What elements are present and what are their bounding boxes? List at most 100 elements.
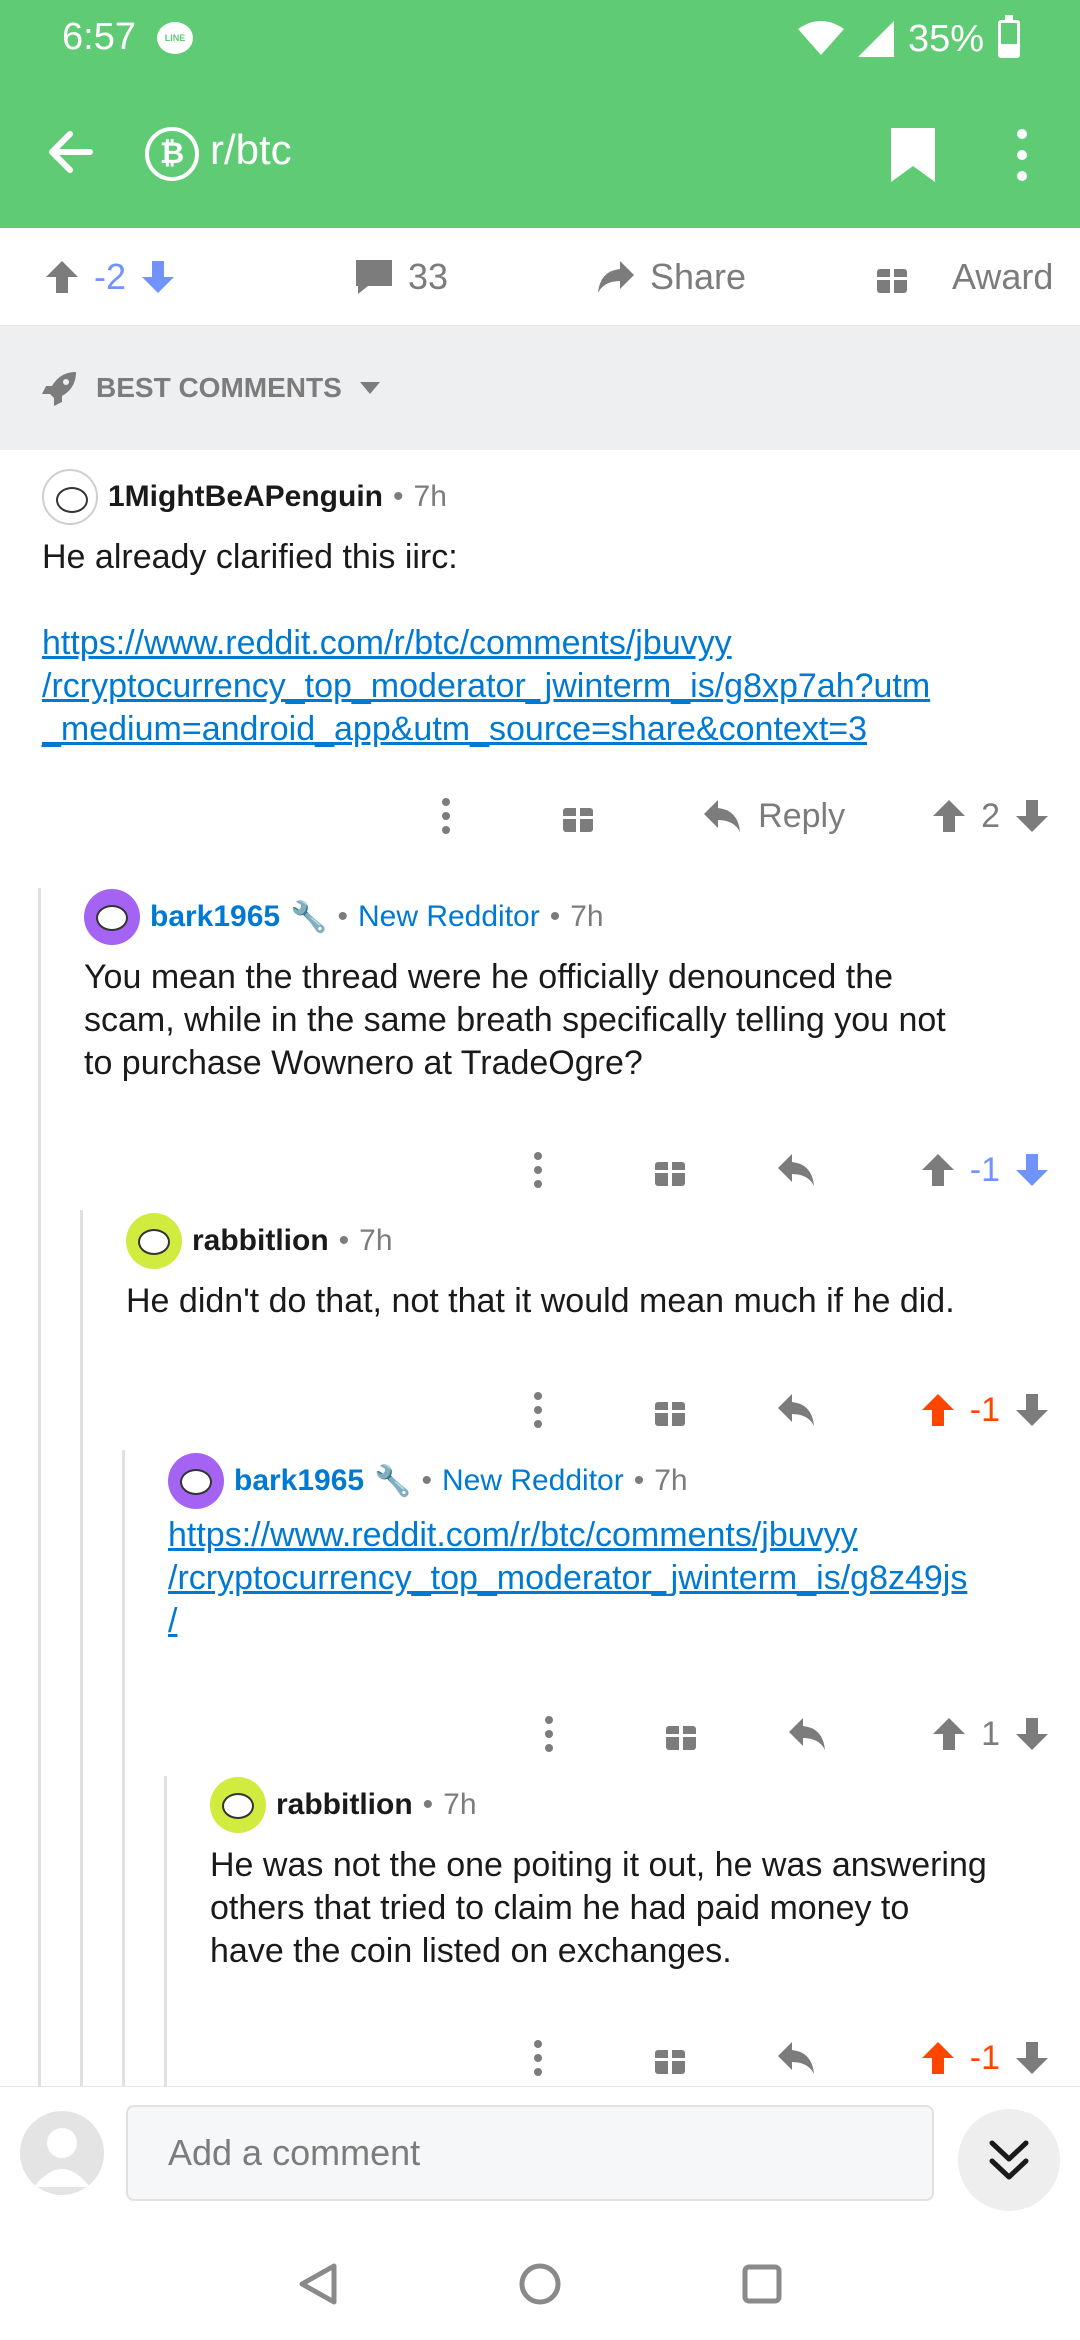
- status-bar: 6:57 LINE 35%: [0, 0, 1080, 80]
- downvote-arrow-icon[interactable]: [1014, 1152, 1050, 1188]
- comment-actions: -1: [532, 1380, 1050, 1440]
- link-line[interactable]: /: [168, 1600, 967, 1643]
- downvote-arrow-icon[interactable]: [1014, 1716, 1050, 1752]
- downvote-arrow-icon[interactable]: [1014, 2040, 1050, 2076]
- comment-composer-bar: Add a comment: [0, 2086, 1080, 2216]
- comment-text: He already clarified this iirc:: [42, 538, 458, 576]
- gift-icon[interactable]: [652, 1152, 688, 1188]
- comment-score: -1: [969, 1150, 1000, 1189]
- back-arrow-icon[interactable]: [40, 120, 104, 184]
- gift-icon[interactable]: [652, 1392, 688, 1428]
- reply-button[interactable]: Reply: [702, 797, 845, 836]
- rocket-icon: [42, 372, 76, 406]
- upvote-arrow-icon[interactable]: [44, 259, 80, 295]
- comment-header: rabbitlion • 7h: [210, 1776, 477, 1834]
- gift-icon: [877, 263, 907, 293]
- link-line[interactable]: https://www.reddit.com/r/btc/comments/jb…: [168, 1514, 967, 1557]
- comment-header: bark1965 🔧 • New Redditor • 7h: [168, 1452, 688, 1510]
- link-line[interactable]: _medium=android_app&utm_source=share&con…: [42, 708, 930, 751]
- system-navigation-bar: [0, 2216, 1080, 2340]
- upvote-arrow-icon[interactable]: [920, 1152, 956, 1188]
- comment-body: https://www.reddit.com/r/btc/comments/jb…: [168, 1514, 967, 1643]
- subreddit-name[interactable]: r/btc: [210, 126, 292, 174]
- comment-link[interactable]: https://www.reddit.com/r/btc/comments/jb…: [168, 1514, 967, 1643]
- comment-actions: -1: [532, 1140, 1050, 1200]
- share-button[interactable]: Share: [596, 228, 746, 326]
- comment-time: 7h: [570, 900, 604, 933]
- link-line[interactable]: /rcryptocurrency_top_moderator_jwinterm_…: [42, 665, 930, 708]
- thread-line: [80, 1210, 83, 2086]
- comment-text-line: scam, while in the same breath specifica…: [84, 1001, 946, 1039]
- downvote-arrow-icon[interactable]: [140, 259, 176, 295]
- nav-recents-icon[interactable]: [742, 2264, 782, 2304]
- upvote-arrow-icon[interactable]: [920, 2040, 956, 2076]
- avatar[interactable]: [42, 469, 98, 525]
- comment-text-line: to purchase Wownero at TradeOgre?: [84, 1044, 643, 1082]
- downvote-arrow-icon[interactable]: [1014, 798, 1050, 834]
- reply-arrow-icon[interactable]: [776, 1152, 816, 1188]
- comment: bark1965 🔧 • New Redditor • 7h You mean …: [84, 888, 1080, 1189]
- avatar[interactable]: [126, 1213, 182, 1269]
- downvote-arrow-icon[interactable]: [1014, 1392, 1050, 1428]
- user-avatar[interactable]: [20, 2111, 104, 2195]
- collapse-comments-button[interactable]: [958, 2109, 1060, 2211]
- comment-time: 7h: [359, 1224, 393, 1257]
- nav-home-icon[interactable]: [518, 2262, 562, 2306]
- comment-link[interactable]: https://www.reddit.com/r/btc/comments/jb…: [42, 622, 930, 751]
- avatar[interactable]: [168, 1453, 224, 1509]
- more-options-icon[interactable]: [532, 1390, 544, 1430]
- reply-arrow-icon[interactable]: [776, 2040, 816, 2076]
- more-options-icon[interactable]: [532, 2038, 544, 2078]
- upvote-arrow-icon[interactable]: [920, 1392, 956, 1428]
- gift-icon[interactable]: [560, 798, 596, 834]
- thread-line: [38, 888, 41, 2086]
- user-flair: New Redditor: [441, 1464, 624, 1497]
- thread-line: [122, 1450, 125, 2086]
- subreddit-bitcoin-icon[interactable]: ₿: [145, 127, 199, 181]
- thread-line: [164, 1776, 167, 2086]
- comment-time: 7h: [654, 1464, 688, 1497]
- gift-icon[interactable]: [652, 2040, 688, 2076]
- comment-author[interactable]: bark1965: [234, 1464, 364, 1498]
- add-comment-input[interactable]: Add a comment: [126, 2105, 934, 2201]
- gift-icon[interactable]: [663, 1716, 699, 1752]
- comment-author[interactable]: rabbitlion: [192, 1224, 329, 1258]
- comment: rabbitlion • 7h He didn't do that, not t…: [126, 1212, 1080, 1432]
- comment-actions: 1: [543, 1704, 1050, 1764]
- more-options-icon[interactable]: [543, 1714, 555, 1754]
- post-score: -2: [94, 256, 127, 297]
- user-placeholder-icon: [34, 2128, 90, 2187]
- nav-back-icon[interactable]: [298, 2262, 338, 2306]
- chevron-down-icon: [359, 382, 380, 394]
- status-time: 6:57: [62, 16, 136, 58]
- comments-count-button[interactable]: 33: [354, 228, 448, 326]
- reply-arrow-icon: [704, 800, 741, 832]
- sort-comments-button[interactable]: BEST COMMENTS: [0, 326, 1080, 450]
- post-vote-group: -2: [44, 228, 176, 326]
- comment-score: -1: [969, 2038, 1000, 2077]
- comment-author[interactable]: bark1965: [150, 900, 280, 934]
- avatar[interactable]: [210, 1777, 266, 1833]
- more-options-icon[interactable]: [440, 796, 452, 836]
- comment-time: 7h: [443, 1788, 477, 1821]
- status-indicators: 35%: [797, 14, 1020, 64]
- link-line[interactable]: /rcryptocurrency_top_moderator_jwinterm_…: [168, 1557, 967, 1600]
- avatar[interactable]: [84, 889, 140, 945]
- comment-bubble-icon: [356, 260, 392, 294]
- more-options-icon[interactable]: [532, 1150, 544, 1190]
- reply-arrow-icon[interactable]: [787, 1716, 827, 1752]
- upvote-arrow-icon[interactable]: [931, 798, 967, 834]
- sort-label: BEST COMMENTS: [96, 372, 342, 403]
- bookmark-icon[interactable]: [883, 124, 943, 186]
- comment-author[interactable]: rabbitlion: [276, 1788, 413, 1822]
- user-flair: New Redditor: [357, 900, 540, 933]
- link-line[interactable]: https://www.reddit.com/r/btc/comments/jb…: [42, 622, 930, 665]
- upvote-arrow-icon[interactable]: [931, 1716, 967, 1752]
- award-button[interactable]: Award: [874, 228, 1053, 326]
- comment-author[interactable]: 1MightBeAPenguin: [108, 480, 383, 514]
- comment-text-line: He was not the one poiting it out, he wa…: [210, 1846, 987, 1884]
- more-options-icon[interactable]: [1000, 124, 1044, 186]
- comment-body: He was not the one poiting it out, he wa…: [210, 1844, 987, 1973]
- reply-arrow-icon[interactable]: [776, 1392, 816, 1428]
- comments-count: 33: [408, 256, 449, 297]
